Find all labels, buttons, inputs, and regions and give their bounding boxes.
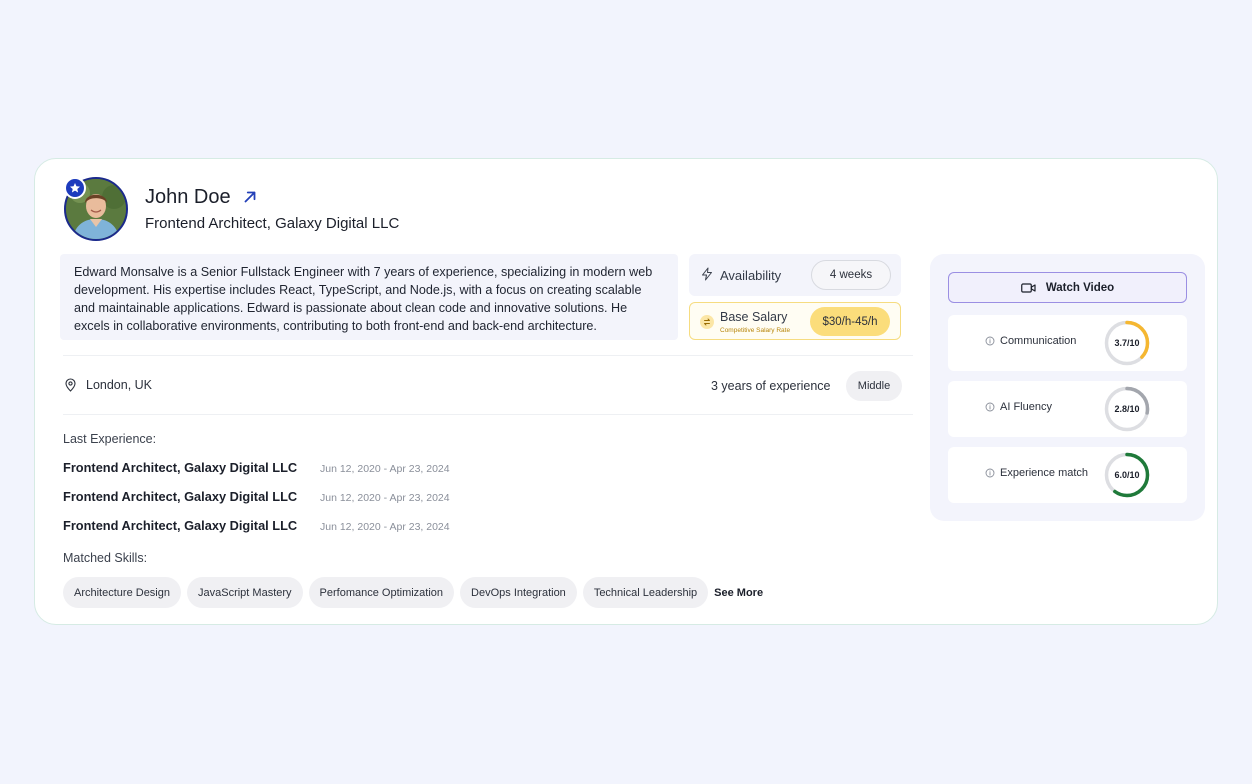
- skills-list: Architecture Design JavaScript Mastery P…: [63, 577, 763, 608]
- info-icon[interactable]: [985, 336, 995, 346]
- availability-row: Availability 4 weeks: [689, 254, 901, 296]
- candidate-title: Frontend Architect, Galaxy Digital LLC: [145, 215, 400, 232]
- score-card-communication: Communication 3.7/10: [948, 315, 1187, 371]
- score-label: Communication: [1000, 335, 1077, 347]
- availability-value: 4 weeks: [811, 260, 891, 290]
- divider: [63, 414, 913, 415]
- experience-item: Frontend Architect, Galaxy Digital LLC J…: [63, 518, 450, 533]
- experience-item: Frontend Architect, Galaxy Digital LLC J…: [63, 489, 450, 504]
- years-experience: 3 years of experience: [711, 379, 831, 393]
- lightning-icon: [702, 267, 712, 281]
- experience-item: Frontend Architect, Galaxy Digital LLC J…: [63, 460, 450, 475]
- salary-label: Base Salary: [720, 310, 788, 324]
- experience-title: Frontend Architect, Galaxy Digital LLC: [63, 489, 298, 504]
- swap-icon: [700, 315, 714, 329]
- assessment-panel: Watch Video Communication 3.7/10 AI Flue…: [930, 254, 1205, 521]
- info-icon[interactable]: [985, 402, 995, 412]
- skill-chip: Architecture Design: [63, 577, 181, 608]
- score-value: 3.7/10: [1114, 338, 1140, 348]
- star-icon: [64, 177, 86, 199]
- experience-dates: Jun 12, 2020 - Apr 23, 2024: [320, 463, 450, 475]
- salary-value: $30/h-45/h: [810, 307, 890, 336]
- bio-text: Edward Monsalve is a Senior Fullstack En…: [60, 254, 678, 340]
- avatar[interactable]: [64, 177, 128, 241]
- watch-video-label: Watch Video: [1045, 281, 1115, 294]
- experience-dates: Jun 12, 2020 - Apr 23, 2024: [320, 492, 450, 504]
- skill-chip: JavaScript Mastery: [187, 577, 303, 608]
- divider: [63, 355, 913, 356]
- availability-label: Availability: [720, 268, 782, 283]
- candidate-name: John Doe: [145, 186, 231, 208]
- arrow-up-right-icon[interactable]: [241, 188, 259, 206]
- skill-chip: Perfomance Optimization: [308, 577, 455, 608]
- experience-title: Frontend Architect, Galaxy Digital LLC: [63, 460, 298, 475]
- salary-row: Base Salary Competitive Salary Rate $30/…: [689, 302, 901, 340]
- skills-heading: Matched Skills:: [63, 551, 148, 565]
- info-icon[interactable]: [985, 468, 995, 478]
- candidate-card: John Doe Frontend Architect, Galaxy Digi…: [34, 158, 1218, 625]
- experience-dates: Jun 12, 2020 - Apr 23, 2024: [320, 521, 450, 533]
- location-label: London, UK: [86, 378, 153, 392]
- score-card-ai-fluency: AI Fluency 2.8/10: [948, 381, 1187, 437]
- see-more-link[interactable]: See More: [714, 587, 763, 599]
- location: London, UK: [65, 378, 152, 392]
- watch-video-button[interactable]: Watch Video: [948, 272, 1187, 303]
- experience-heading: Last Experience:: [63, 432, 157, 446]
- level-badge: Middle: [846, 371, 902, 401]
- score-label: Experience match: [1000, 467, 1089, 479]
- score-value: 6.0/10: [1114, 470, 1140, 480]
- video-camera-icon: [1020, 282, 1036, 293]
- map-pin-icon: [65, 378, 76, 392]
- salary-sublabel: Competitive Salary Rate: [720, 327, 791, 334]
- score-card-experience-match: Experience match 6.0/10: [948, 447, 1187, 503]
- experience-title: Frontend Architect, Galaxy Digital LLC: [63, 518, 298, 533]
- score-label: AI Fluency: [1000, 401, 1052, 413]
- skill-chip: DevOps Integration: [460, 577, 577, 608]
- score-value: 2.8/10: [1114, 404, 1140, 414]
- skill-chip: Technical Leadership: [582, 577, 709, 608]
